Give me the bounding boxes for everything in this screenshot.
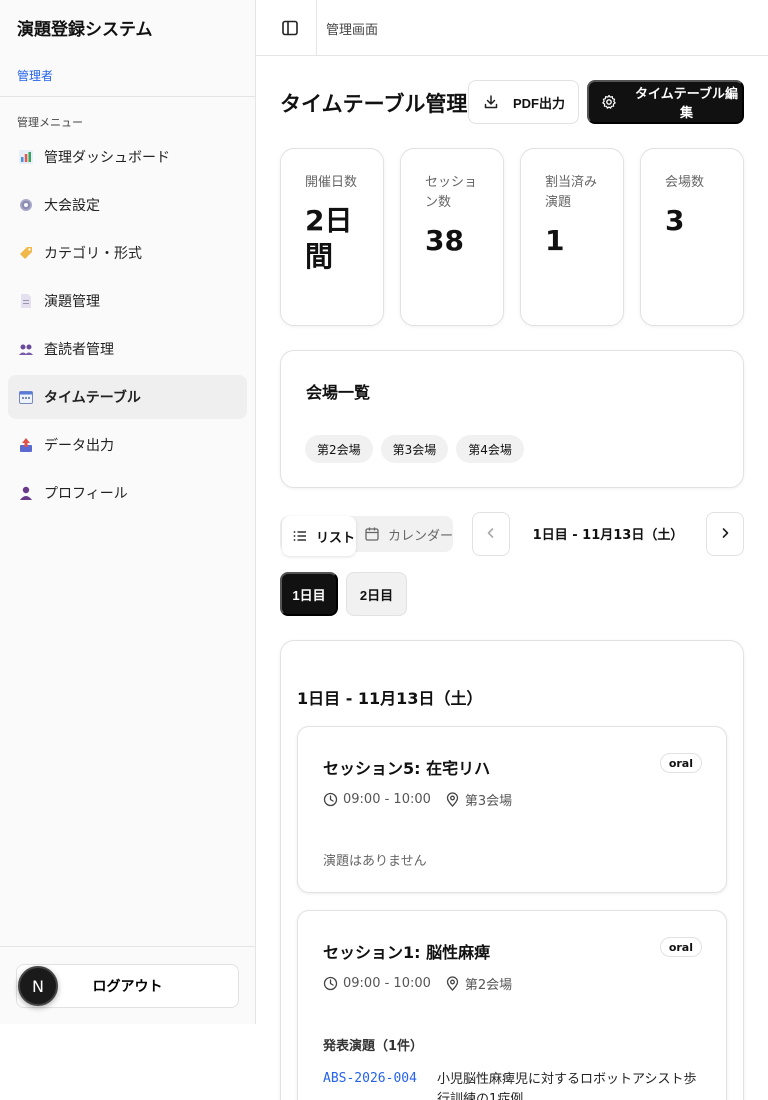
pdf-export-button[interactable]: PDF出力 (468, 80, 579, 124)
page-title: タイムテーブル管理 (280, 92, 468, 116)
list-icon (292, 528, 308, 544)
abstract-row[interactable]: ABS-2026-004 小児脳性麻痺児に対するロボットアシスト歩行訓練の1症例 (323, 1071, 707, 1100)
session-title: セッション1: 脳性麻痺 (323, 943, 491, 962)
sidebar-item-settings[interactable]: 大会設定 (8, 183, 247, 227)
location-pin-icon (445, 792, 460, 807)
calendar-icon (364, 526, 380, 542)
sidebar-item-label: 演題管理 (44, 294, 100, 310)
sidebar-item-label: 査読者管理 (44, 342, 114, 358)
stat-card-sessions: セッション数 38 (400, 148, 504, 326)
tab-day-1[interactable]: 1日目 (280, 572, 338, 616)
day-heading: 1日目 - 11月13日（土） (297, 689, 483, 708)
document-icon (18, 293, 34, 309)
stat-value: 2日間 (305, 204, 353, 273)
session-card[interactable]: セッション1: 脳性麻痺 oral 09:00 - 10:00 第2会場 発表演… (297, 910, 727, 1100)
venue-list-title: 会場一覧 (306, 383, 371, 402)
no-abstracts-text: 演題はありません (323, 854, 427, 869)
chevron-left-icon (484, 526, 498, 543)
previous-day-button[interactable] (472, 512, 510, 556)
presentations-heading: 発表演題（1件） (323, 1039, 424, 1054)
sidebar-item-abstracts[interactable]: 演題管理 (8, 279, 247, 323)
stat-label: 開催日数 (305, 175, 358, 190)
top-bar: 管理画面 (256, 0, 768, 56)
avatar[interactable]: N (18, 966, 58, 1006)
sidebar-item-profile[interactable]: プロフィール (8, 471, 247, 515)
sidebar-item-reviewers[interactable]: 査読者管理 (8, 327, 247, 371)
session-format-badge: oral (659, 937, 702, 957)
sidebar-toggle-icon[interactable] (280, 18, 300, 38)
stat-label: 割当済み演題 (545, 175, 598, 210)
sidebar: 演題登録システム 管理者 管理メニュー 管理ダッシュボード 大会設定 カテゴリ・… (0, 0, 256, 1024)
sidebar-item-timetable[interactable]: タイムテーブル (8, 375, 247, 419)
bar-chart-icon (18, 149, 34, 165)
venue-chip: 第4会場 (456, 435, 524, 463)
session-card[interactable]: セッション5: 在宅リハ oral 09:00 - 10:00 第3会場 演題は… (297, 726, 727, 893)
user-role: 管理者 (17, 69, 54, 83)
session-time: 09:00 - 10:00 (343, 792, 431, 807)
session-title: セッション5: 在宅リハ (323, 759, 491, 778)
admin-menu: 管理ダッシュボード 大会設定 カテゴリ・形式 演題管理 査読者管理 タイムテーブ… (8, 135, 247, 519)
stat-card-days: 開催日数 2日間 (280, 148, 384, 326)
stat-label: セッション数 (425, 175, 478, 210)
list-view-tab[interactable]: リスト (282, 516, 356, 556)
current-date-label: 1日目 - 11月13日（土） (532, 528, 684, 543)
tag-icon (18, 245, 34, 261)
stat-card-assigned: 割当済み演題 1 (520, 148, 624, 326)
session-time: 09:00 - 10:00 (343, 976, 431, 991)
abstract-title: 小児脳性麻痺児に対するロボットアシスト歩行訓練の1症例 (437, 1072, 697, 1100)
users-icon (18, 341, 34, 357)
venue-chip: 第2会場 (305, 435, 373, 463)
sidebar-item-label: プロフィール (44, 486, 128, 502)
calendar-icon (18, 389, 34, 405)
sidebar-item-label: カテゴリ・形式 (44, 246, 142, 262)
edit-timetable-button[interactable]: タイムテーブル編集 (587, 80, 744, 124)
session-venue: 第3会場 (464, 794, 513, 809)
topbar-separator (316, 0, 317, 56)
tab-day-2[interactable]: 2日目 (346, 572, 407, 616)
stat-value: 1 (545, 224, 565, 257)
session-venue: 第2会場 (464, 978, 513, 993)
stat-value: 3 (665, 204, 685, 237)
sidebar-item-label: タイムテーブル (44, 390, 141, 406)
sidebar-footer-divider (0, 946, 256, 947)
gear-icon (601, 94, 617, 110)
sidebar-item-label: 管理ダッシュボード (44, 150, 170, 166)
clock-icon (323, 976, 338, 991)
download-icon (483, 94, 499, 110)
clock-icon (323, 792, 338, 807)
calendar-view-label: カレンダー (388, 528, 454, 544)
app-title: 演題登録システム (17, 20, 153, 40)
sidebar-divider (0, 96, 256, 97)
stat-label: 会場数 (665, 175, 705, 190)
stat-value: 38 (425, 224, 464, 257)
user-icon (18, 485, 34, 501)
next-day-button[interactable] (706, 512, 744, 556)
day-schedule-card: 1日目 - 11月13日（土） セッション5: 在宅リハ oral 09:00 … (280, 640, 744, 1100)
list-view-label: リスト (316, 530, 356, 546)
sidebar-item-export[interactable]: データ出力 (8, 423, 247, 467)
sidebar-item-label: データ出力 (44, 438, 114, 454)
pdf-export-label: PDF出力 (513, 95, 566, 111)
calendar-view-tab[interactable]: カレンダー (364, 516, 453, 552)
chevron-right-icon (718, 526, 732, 543)
session-format-badge: oral (659, 753, 702, 773)
menu-heading: 管理メニュー (17, 116, 83, 129)
view-toggle: リスト カレンダー (280, 516, 453, 556)
venue-chip: 第3会場 (380, 435, 449, 463)
sidebar-item-dashboard[interactable]: 管理ダッシュボード (8, 135, 247, 179)
stat-card-venues: 会場数 3 (640, 148, 744, 326)
abstract-id-link[interactable]: ABS-2026-004 (323, 1071, 437, 1100)
sidebar-item-label: 大会設定 (44, 198, 100, 214)
location-pin-icon (445, 976, 460, 991)
export-icon (18, 437, 34, 453)
edit-timetable-label: タイムテーブル編集 (635, 86, 738, 120)
gear-icon (18, 197, 34, 213)
venue-list-card: 会場一覧 第2会場 第3会場 第4会場 (280, 350, 744, 488)
venue-chips: 第2会場 第3会場 第4会場 (305, 435, 524, 463)
sidebar-item-categories[interactable]: カテゴリ・形式 (8, 231, 247, 275)
breadcrumb: 管理画面 (326, 23, 379, 38)
session-meta: 09:00 - 10:00 第3会場 (323, 790, 512, 809)
session-meta: 09:00 - 10:00 第2会場 (323, 974, 512, 993)
